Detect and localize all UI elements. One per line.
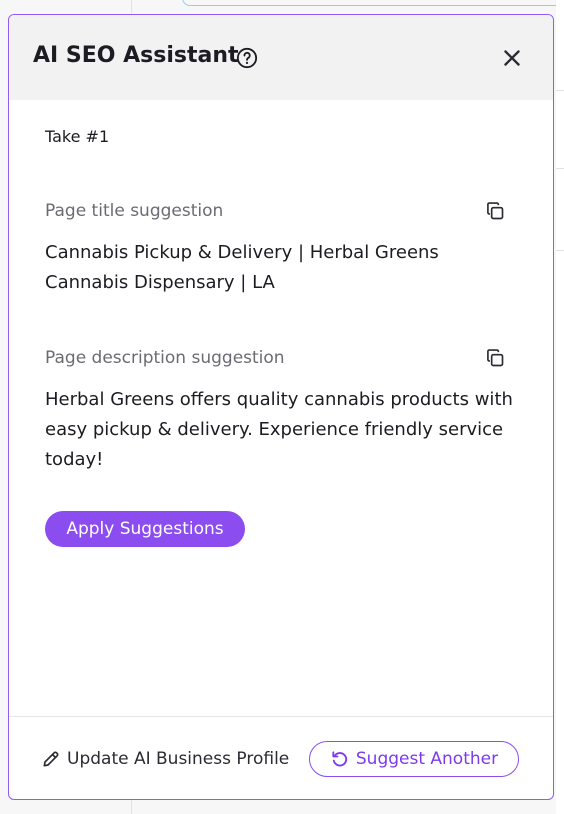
background-row-divider: [556, 90, 564, 91]
background-right-column: [556, 0, 564, 814]
description-suggestion-text: Herbal Greens offers quality cannabis pr…: [45, 389, 513, 470]
update-business-profile-label: Update AI Business Profile: [67, 749, 290, 769]
pencil-icon: [43, 751, 59, 767]
panel-header: AI SEO Assistant: [9, 15, 553, 100]
panel-title: AI SEO Assistant: [33, 43, 239, 68]
ai-seo-assistant-panel: AI SEO Assistant Take #1 Page title sugg…: [8, 14, 554, 800]
take-label: Take #1: [45, 127, 110, 146]
refresh-icon: [332, 751, 347, 767]
title-suggestion-label: Page title suggestion: [45, 201, 224, 221]
background-row-divider: [556, 250, 564, 251]
apply-suggestions-button[interactable]: Apply Suggestions: [45, 511, 245, 547]
description-suggestion-label: Page description suggestion: [45, 348, 285, 368]
footer-divider: [9, 716, 553, 717]
copy-icon[interactable]: [485, 201, 505, 221]
background-row-divider: [556, 168, 564, 169]
background-field-edge: [182, 0, 564, 6]
title-suggestion-text: Cannabis Pickup & Delivery | Herbal Gree…: [45, 242, 439, 293]
help-circle-icon[interactable]: [236, 47, 258, 69]
copy-icon[interactable]: [485, 348, 505, 368]
update-business-profile-link[interactable]: Update AI Business Profile: [41, 747, 289, 771]
suggest-another-button[interactable]: Suggest Another: [309, 741, 519, 777]
suggest-another-label: Suggest Another: [355, 749, 499, 769]
close-icon[interactable]: [499, 45, 525, 71]
